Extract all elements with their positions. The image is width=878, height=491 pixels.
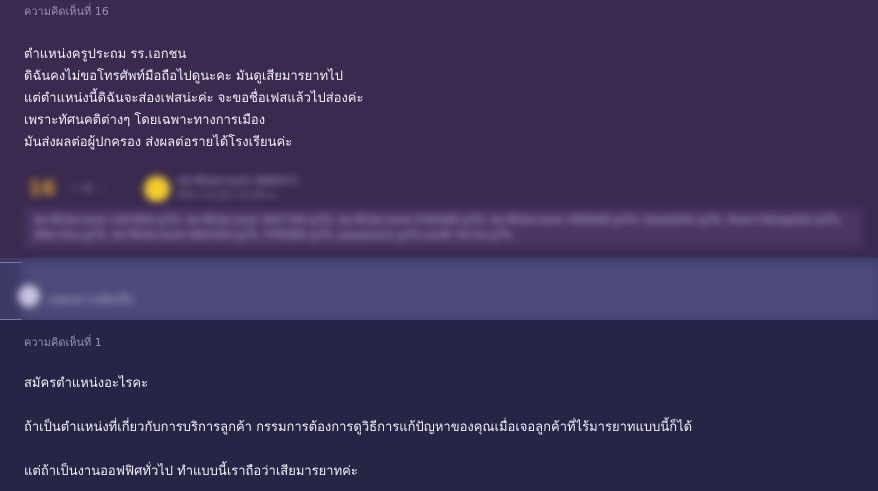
vote-count: 16 — [28, 176, 56, 200]
action-icons[interactable]: ☆ ✉ ··· — [70, 182, 107, 195]
comment-text-line: ดิฉันคงไม่ขอโทรศัพท์มือถือไปดูนะคะ มันดู… — [24, 69, 343, 84]
comment-text-line: สมัครตำแหน่งอะไรคะ — [24, 376, 149, 391]
comment-number-header: ความคิดเห็นที่ 1 — [24, 336, 102, 349]
reactions-list: สมาชิกหมายเลข 1367899 ถูกใจ, สมาชิกหมายเ… — [34, 215, 842, 241]
avatar[interactable] — [144, 176, 170, 202]
comment-text-line: ตำแหน่งครูประถม รร.เอกชน — [24, 47, 187, 62]
comment-text-line: เพราะทัศนคติต่างๆ โดยเฉพาะทางการเมือง — [24, 113, 266, 128]
reactions-bar: สมาชิกหมายเลข 1367899 ถูกใจ, สมาชิกหมายเ… — [24, 208, 862, 248]
user-avatar — [18, 285, 40, 307]
comment-number-header: ความคิดเห็นที่ 16 — [24, 5, 109, 18]
comment-16-card: ความคิดเห็นที่ 16 ตำแหน่งครูประถม รร.เอก… — [0, 0, 878, 258]
comment-date: Mon 10 Jan 22:00 น. — [178, 190, 279, 201]
comment-text-line: แต่ถ้าเป็นงานออฟฟิศทั่วไป ทำแบบนี้เราถือ… — [24, 464, 358, 479]
reply-placeholder[interactable]: แสดงความคิดเห็น — [48, 290, 134, 308]
comment-text-line: มันส่งผลต่อผู้ปกครอง ส่งผลต่อรายได้โรงเร… — [24, 135, 293, 150]
author-name[interactable]: สมาชิกหมายเลข 3889573 — [178, 174, 298, 189]
reply-input[interactable] — [22, 262, 878, 320]
comment-text-line: แต่ตำแหน่งนี้ดิฉันจะส่องเฟสน่ะค่ะ จะขอชื… — [24, 91, 364, 106]
comment-1-card: ความคิดเห็นที่ 1 สมัครตำแหน่งอะไรคะ ถ้าเ… — [0, 320, 878, 491]
comment-meta-row: 16 ☆ ✉ ··· สมาชิกหมายเลข 3889573 Mon 10 … — [24, 172, 444, 202]
comment-text-line: ถ้าเป็นตำแหน่งที่เกี่ยวกับการบริการลูกค้… — [24, 420, 693, 435]
